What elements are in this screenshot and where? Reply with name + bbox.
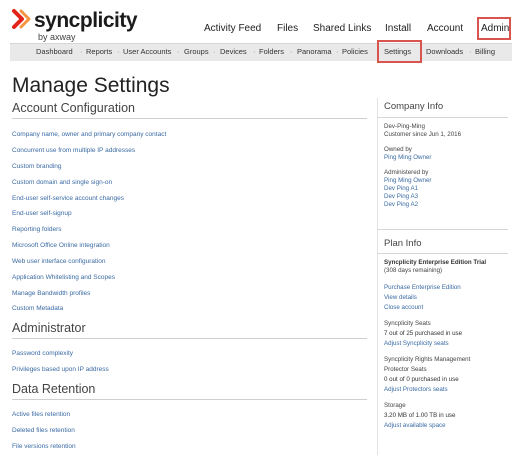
administrator-link[interactable]: Ping Ming Owner bbox=[384, 177, 431, 184]
view-details-link[interactable]: View details bbox=[384, 294, 417, 301]
administrator-link[interactable]: Dev Ping A2 bbox=[384, 201, 418, 208]
subnav-separator: · bbox=[469, 47, 472, 56]
subnav-separator: · bbox=[117, 47, 120, 56]
subnav-policies[interactable]: Policies bbox=[342, 47, 368, 56]
sidebar-divider bbox=[377, 229, 508, 230]
subnav-separator: · bbox=[80, 47, 83, 56]
customer-since: Customer since Jun 1, 2016 bbox=[384, 131, 462, 138]
link-deleted-files-retention[interactable]: Deleted files retention bbox=[12, 427, 75, 434]
subnav-user-accounts[interactable]: User Accounts bbox=[123, 47, 171, 56]
sidebar-border bbox=[377, 98, 378, 455]
sidebar-divider bbox=[377, 117, 508, 118]
subnav-separator: · bbox=[290, 47, 293, 56]
subnav-separator: · bbox=[177, 47, 180, 56]
purchase-enterprise-link[interactable]: Purchase Enterprise Edition bbox=[384, 284, 461, 291]
subnav-folders[interactable]: Folders bbox=[259, 47, 284, 56]
company-info-heading: Company Info bbox=[384, 101, 444, 112]
administered-by-label: Administered by bbox=[384, 169, 429, 176]
administrator-link[interactable]: Dev Ping A1 bbox=[384, 185, 418, 192]
subnav-separator: · bbox=[336, 47, 339, 56]
link-file-versions-retention[interactable]: File versions retention bbox=[12, 443, 76, 450]
subnav-separator: · bbox=[253, 47, 256, 56]
page-title: Manage Settings bbox=[12, 74, 170, 97]
nav-account[interactable]: Account bbox=[427, 22, 463, 36]
administrator-link[interactable]: Dev Ping A3 bbox=[384, 193, 418, 200]
company-name: Dev-Ping-Ming bbox=[384, 123, 425, 130]
link-ip-privileges[interactable]: Privileges based upon IP address bbox=[12, 366, 109, 373]
admin-highlight-box bbox=[477, 17, 511, 40]
subnav-billing[interactable]: Billing bbox=[475, 47, 495, 56]
protector-seats-label: Protector Seats bbox=[384, 366, 427, 373]
adjust-protectors-link[interactable]: Adjust Protectors seats bbox=[384, 386, 448, 393]
storage-label: Storage bbox=[384, 402, 406, 409]
adjust-storage-link[interactable]: Adjust available space bbox=[384, 422, 446, 429]
sidebar-divider bbox=[377, 253, 508, 254]
link-password-complexity[interactable]: Password complexity bbox=[12, 350, 73, 357]
link-reporting-folders[interactable]: Reporting folders bbox=[12, 226, 62, 233]
link-office-online[interactable]: Microsoft Office Online integration bbox=[12, 242, 110, 249]
plan-info-heading: Plan Info bbox=[384, 238, 422, 249]
protector-seats-value: 0 out of 0 purchased in use bbox=[384, 376, 459, 383]
subnav-dashboard[interactable]: Dashboard bbox=[36, 47, 73, 56]
subnav-reports[interactable]: Reports bbox=[86, 47, 112, 56]
link-self-signup[interactable]: End-user self-signup bbox=[12, 210, 72, 217]
seats-label: Syncplicity Seats bbox=[384, 320, 431, 327]
section-divider bbox=[12, 399, 367, 400]
link-bandwidth-profiles[interactable]: Manage Bandwidth profiles bbox=[12, 290, 90, 297]
rights-management-label: Syncplicity Rights Management bbox=[384, 356, 471, 363]
account-configuration-heading: Account Configuration bbox=[12, 101, 135, 115]
owned-by-label: Owned by bbox=[384, 146, 412, 153]
data-retention-heading: Data Retention bbox=[12, 382, 96, 396]
top-navigation: Activity Feed Files Shared Links Install… bbox=[0, 22, 518, 38]
subnav-devices[interactable]: Devices bbox=[220, 47, 247, 56]
adjust-seats-link[interactable]: Adjust Syncplicity seats bbox=[384, 340, 449, 347]
link-active-files-retention[interactable]: Active files retention bbox=[12, 411, 70, 418]
link-app-whitelisting[interactable]: Application Whitelisting and Scopes bbox=[12, 274, 115, 281]
nav-shared-links[interactable]: Shared Links bbox=[313, 22, 371, 36]
link-custom-branding[interactable]: Custom branding bbox=[12, 163, 62, 170]
plan-edition: Syncplicity Enterprise Edition Trial bbox=[384, 259, 487, 266]
link-company-name-owner[interactable]: Company name, owner and primary company … bbox=[12, 131, 166, 138]
link-custom-domain-sso[interactable]: Custom domain and single sign-on bbox=[12, 179, 112, 186]
plan-days-remaining: (308 days remaining) bbox=[384, 267, 443, 274]
nav-install[interactable]: Install bbox=[385, 22, 411, 36]
seats-value: 7 out of 25 purchased in use bbox=[384, 330, 463, 337]
admin-subnav: Dashboard · Reports · User Accounts · Gr… bbox=[10, 43, 512, 61]
administrator-heading: Administrator bbox=[12, 321, 86, 335]
nav-activity-feed[interactable]: Activity Feed bbox=[204, 22, 261, 36]
settings-highlight-box bbox=[377, 40, 422, 63]
subnav-separator: · bbox=[213, 47, 216, 56]
section-divider bbox=[12, 338, 367, 339]
close-account-link[interactable]: Close account bbox=[384, 304, 423, 311]
nav-files[interactable]: Files bbox=[277, 22, 298, 36]
subnav-groups[interactable]: Groups bbox=[184, 47, 209, 56]
subnav-downloads[interactable]: Downloads bbox=[426, 47, 463, 56]
link-self-service-changes[interactable]: End-user self-service account changes bbox=[12, 195, 124, 202]
subnav-panorama[interactable]: Panorama bbox=[297, 47, 332, 56]
link-concurrent-use[interactable]: Concurrent use from multiple IP addresse… bbox=[12, 147, 135, 154]
link-web-ui-config[interactable]: Web user interface configuration bbox=[12, 258, 105, 265]
link-custom-metadata[interactable]: Custom Metadata bbox=[12, 305, 63, 312]
section-divider bbox=[12, 118, 367, 119]
storage-value: 3.20 MB of 1.00 TB in use bbox=[384, 412, 456, 419]
owner-link[interactable]: Ping Ming Owner bbox=[384, 154, 431, 161]
